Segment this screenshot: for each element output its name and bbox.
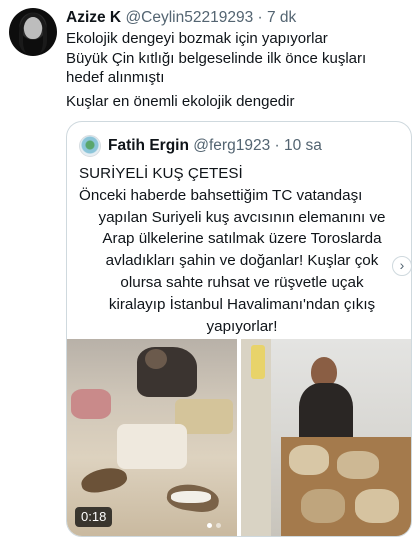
tweet-text-line: hedef alınmıştı bbox=[66, 69, 165, 86]
author-avatar[interactable] bbox=[9, 8, 57, 56]
author-name[interactable]: Azize K bbox=[66, 9, 121, 26]
quoted-text-line: SURİYELİ KUŞ ÇETESİ bbox=[79, 165, 243, 182]
quoted-text-line: yapıyorlar! bbox=[206, 317, 278, 335]
photo-thumbnail-right[interactable] bbox=[241, 339, 411, 536]
carousel-dots bbox=[207, 523, 221, 528]
carousel-dot bbox=[216, 523, 221, 528]
tweet-text-line: Büyük Çin kıtlığı belgeselinde ilk önce … bbox=[66, 49, 367, 67]
quoted-author-name: Fatih Ergin bbox=[108, 137, 189, 154]
quoted-media: 0:18 bbox=[67, 339, 411, 536]
tweet-text-line: Ekolojik dengeyi bozmak için yapıyorlar bbox=[66, 30, 328, 47]
quoted-author-handle: @ferg1923 bbox=[193, 137, 271, 154]
quoted-author-avatar bbox=[79, 135, 101, 157]
tweet-header: Azize K @Ceylin52219293 · 7 dk bbox=[66, 8, 296, 28]
quoted-text-line: yapılan Suriyeli kuş avcısının elemanını… bbox=[98, 208, 386, 226]
tweet: Azize K @Ceylin52219293 · 7 dk Ekolojik … bbox=[0, 0, 420, 538]
quoted-text-line: kiralayıp İstanbul Havalimanı'ndan çıkış bbox=[108, 295, 376, 313]
carousel-dot bbox=[207, 523, 212, 528]
quoted-tweet-header: Fatih Ergin @ferg1923 · 10 sa bbox=[108, 136, 322, 156]
quoted-text-line: avladıkları şahin ve doğanlar! Kuşlar ço… bbox=[105, 252, 379, 270]
quoted-tweet-text: SURİYELİ KUŞ ÇETESİ Önceki haberde bahse… bbox=[79, 163, 405, 337]
video-thumbnail-left[interactable]: 0:18 bbox=[67, 339, 237, 536]
author-handle[interactable]: @Ceylin52219293 bbox=[125, 9, 253, 26]
quoted-text-line: Arap ülkelerine satılmak üzere Toroslard… bbox=[102, 230, 382, 248]
quoted-text-line: olursa sahte ruhsat ve rüşvetle uçak bbox=[120, 273, 364, 291]
tweet-time[interactable]: · 7 dk bbox=[258, 9, 297, 26]
video-duration: 0:18 bbox=[75, 507, 113, 527]
tweet-text: Ekolojik dengeyi bozmak için yapıyorlar … bbox=[66, 29, 411, 111]
quoted-text-line: Önceki haberde bahsettiğim TC vatandaşı bbox=[79, 186, 363, 204]
quoted-tweet-time: · 10 sa bbox=[274, 137, 322, 154]
chevron-right-icon[interactable]: › bbox=[392, 256, 412, 276]
quoted-tweet[interactable]: Fatih Ergin @ferg1923 · 10 sa SURİYELİ K… bbox=[66, 121, 412, 537]
tweet-text-line: Kuşlar en önemli ekolojik dengedir bbox=[66, 92, 295, 110]
